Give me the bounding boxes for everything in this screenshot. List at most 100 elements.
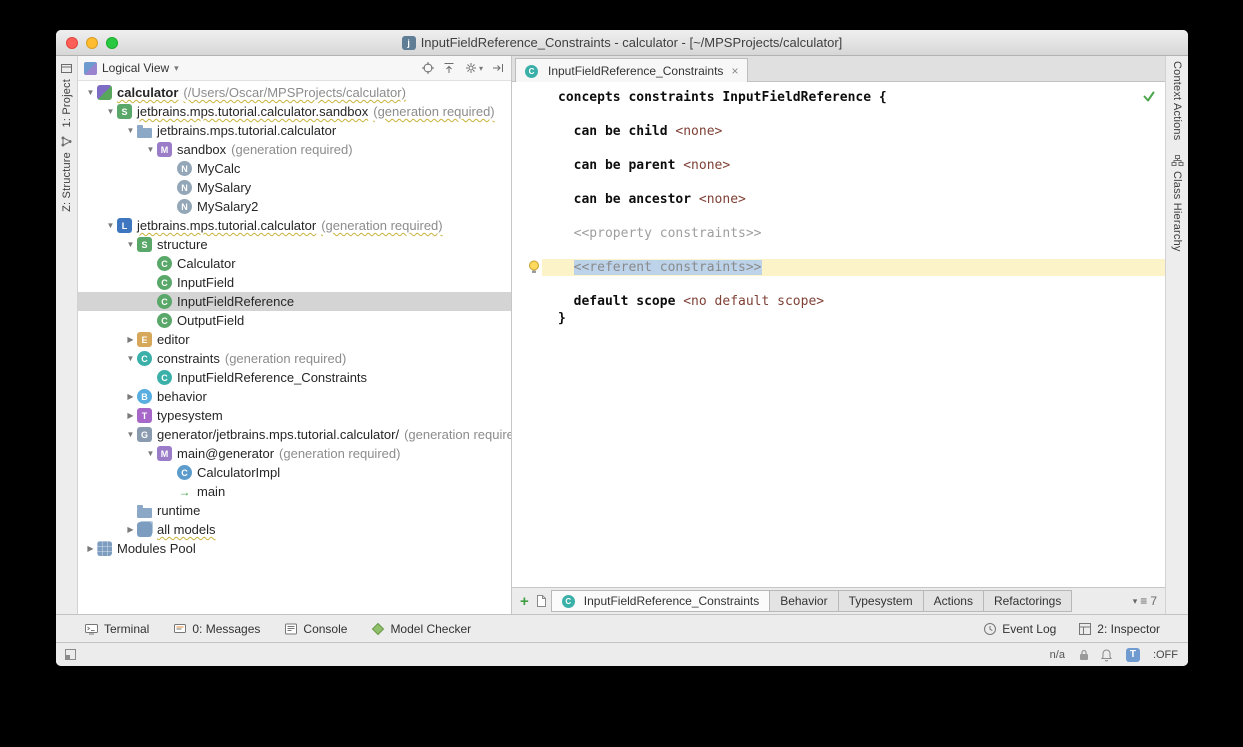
tree-row[interactable]: ▼Sstructure [78,235,511,254]
add-aspect-button[interactable]: + [520,593,529,610]
chevron-collapsed-icon[interactable]: ▶ [124,392,137,401]
view-selector[interactable]: Logical View [102,61,169,75]
tree-row[interactable]: ▶Eeditor [78,330,511,349]
editor-gutter [512,123,542,140]
chevron-expanded-icon[interactable]: ▼ [124,430,137,439]
chevron-expanded-icon[interactable]: ▼ [104,221,117,230]
code-line[interactable]: <<property constraints>> [512,225,1165,242]
tree-row[interactable]: CCalculator [78,254,511,273]
chevron-collapsed-icon[interactable]: ▶ [84,544,97,553]
code-line[interactable] [512,242,1165,259]
zoom-button[interactable] [106,37,118,49]
tree-item-label: MySalary2 [197,199,258,214]
code-line[interactable] [512,106,1165,123]
aspect-tab-typesystem[interactable]: Typesystem [838,590,924,612]
tree-row[interactable]: ▼Mmain@generator(generation required) [78,444,511,463]
close-icon[interactable]: × [731,64,738,78]
code-line[interactable]: can be child <none> [512,123,1165,140]
editor[interactable]: concepts constraints InputFieldReference… [512,82,1165,587]
code-line[interactable] [512,208,1165,225]
chevron-collapsed-icon[interactable]: ▶ [124,335,137,344]
tree-row[interactable]: ▼Ggenerator/jetbrains.mps.tutorial.calcu… [78,425,511,444]
tree-row[interactable]: NMySalary [78,178,511,197]
aspect-tab-refactorings[interactable]: Refactorings [983,590,1072,612]
chevron-expanded-icon[interactable]: ▼ [84,88,97,97]
toggle-badge[interactable]: T [1126,648,1140,662]
chevron-collapsed-icon[interactable]: ▶ [124,411,137,420]
tree-row[interactable]: NMySalary2 [78,197,511,216]
tree-row[interactable]: ▼Sjetbrains.mps.tutorial.calculator.sand… [78,102,511,121]
toolbar-item-2-inspector[interactable]: 2: Inspector [1078,622,1160,636]
tree-row[interactable]: ▼Ljetbrains.mps.tutorial.calculator(gene… [78,216,511,235]
chevron-expanded-icon[interactable]: ▼ [124,240,137,249]
locate-icon[interactable] [421,61,435,75]
document-icon [402,36,416,50]
chevron-down-icon[interactable]: ▾ [174,63,179,74]
tree-item-label: all models [157,522,216,537]
aspect-tab-inputfieldreference-constraints[interactable]: CInputFieldReference_Constraints [551,590,770,612]
node-page-icon[interactable] [535,594,547,608]
toolwindow-toggle-icon[interactable] [64,648,77,661]
tree-row[interactable]: CCalculatorImpl [78,463,511,482]
minimize-button[interactable] [86,37,98,49]
chevron-expanded-icon[interactable]: ▼ [124,126,137,135]
tree-item-annotation: (generation required) [321,218,442,233]
code-line[interactable] [512,174,1165,191]
collapse-all-icon[interactable] [442,61,456,75]
tree-row[interactable]: ▶Bbehavior [78,387,511,406]
aspect-tab-behavior[interactable]: Behavior [769,590,838,612]
readonly-lock-icon[interactable] [1078,648,1090,662]
code-line[interactable]: default scope <no default scope> [512,293,1165,310]
chevron-expanded-icon[interactable]: ▼ [144,145,157,154]
code-text [542,140,1165,157]
tree-row[interactable]: ▶Modules Pool [78,539,511,558]
tree-row[interactable]: COutputField [78,311,511,330]
close-button[interactable] [66,37,78,49]
code-line[interactable]: <<referent constraints>> [512,259,1165,276]
code-line[interactable]: } [512,310,1165,327]
toolwindow-button-z-structure[interactable]: Z: Structure [60,135,73,212]
toolbar-item-label: Console [303,622,347,636]
chevron-down-icon: ▾ [1133,596,1138,607]
tree-row[interactable]: CInputFieldReference [78,292,511,311]
hierarchy-icon [1171,154,1184,167]
code-line[interactable]: concepts constraints InputFieldReference… [512,89,1165,106]
tree-row[interactable]: runtime [78,501,511,520]
toolwindow-button-class-hierarchy[interactable]: Class Hierarchy [1171,154,1184,252]
tree-row[interactable]: ▼Msandbox(generation required) [78,140,511,159]
toolbar-item-0-messages[interactable]: 0: Messages [173,622,260,636]
tree-row[interactable]: ▼Cconstraints(generation required) [78,349,511,368]
chevron-expanded-icon[interactable]: ▼ [104,107,117,116]
tree-row[interactable]: →main [78,482,511,501]
code-line[interactable]: can be parent <none> [512,157,1165,174]
toolbar-item-console[interactable]: Console [284,622,347,636]
tree-row[interactable]: ▶Ttypesystem [78,406,511,425]
code-line[interactable] [512,276,1165,293]
titlebar[interactable]: InputFieldReference_Constraints - calcul… [56,30,1188,56]
settings-gear-icon[interactable]: ▾ [463,60,484,76]
tree-row[interactable]: CInputField [78,273,511,292]
toolbar-item-terminal[interactable]: Terminal [84,622,149,636]
status-icons [1078,648,1113,662]
editor-tab[interactable]: C InputFieldReference_Constraints × [515,58,748,82]
toolbar-item-model-checker[interactable]: Model Checker [371,622,471,636]
tree-row[interactable]: NMyCalc [78,159,511,178]
tree-row[interactable]: ▶ all models [78,520,511,539]
notifications-icon[interactable] [1100,648,1113,662]
hidden-tabs-dropdown[interactable]: ▾≡7 [1133,594,1157,608]
chevron-collapsed-icon[interactable]: ▶ [124,525,137,534]
chevron-expanded-icon[interactable]: ▼ [144,449,157,458]
tree-row[interactable]: ▼jetbrains.mps.tutorial.calculator [78,121,511,140]
toolbar-item-event-log[interactable]: Event Log [983,622,1056,636]
tree-row[interactable]: CInputFieldReference_Constraints [78,368,511,387]
tree-row[interactable]: ▼calculator(/Users/Oscar/MPSProjects/cal… [78,83,511,102]
code-line[interactable]: can be ancestor <none> [512,191,1165,208]
title-wrap: InputFieldReference_Constraints - calcul… [402,30,843,55]
console-icon [284,622,298,636]
chevron-expanded-icon[interactable]: ▼ [124,354,137,363]
toolwindow-button-1-project[interactable]: 1: Project [60,62,73,127]
hide-icon[interactable] [491,61,505,75]
aspect-tab-actions[interactable]: Actions [923,590,984,612]
code-line[interactable] [512,140,1165,157]
toolwindow-button-context-actions[interactable]: Context Actions [1171,61,1183,140]
